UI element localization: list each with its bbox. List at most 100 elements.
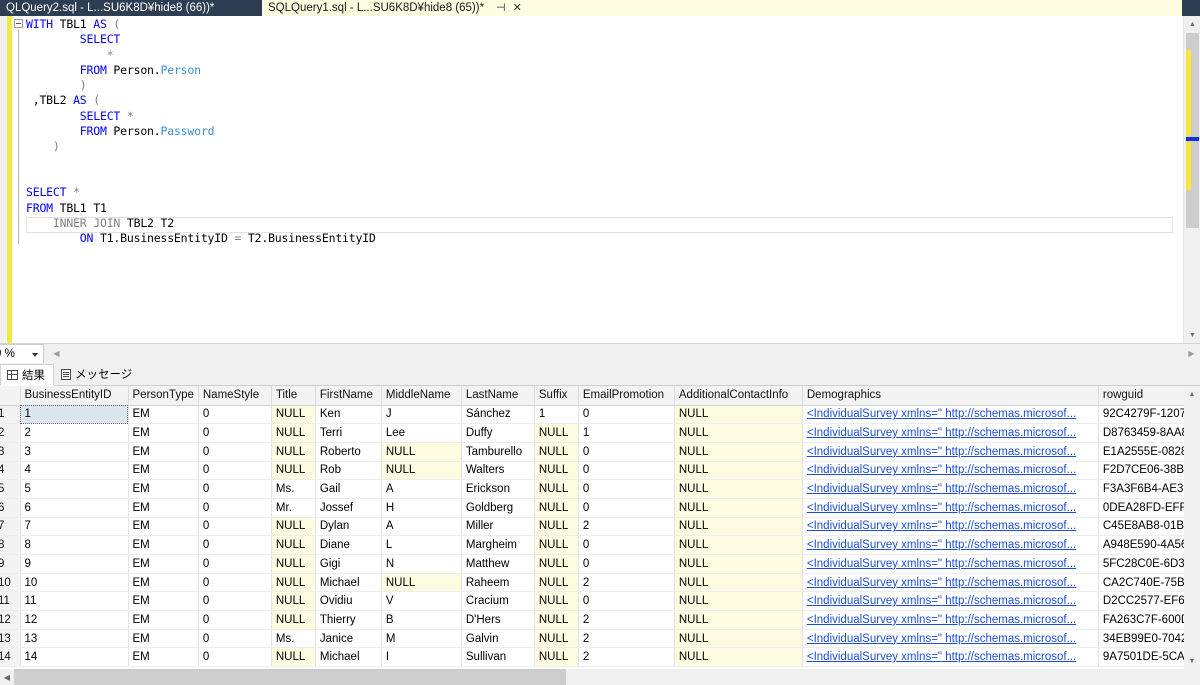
demographics-xml-link[interactable]: <IndividualSurvey xmlns=" http://schemas… xyxy=(807,651,1076,663)
demographics-xml-link[interactable]: <IndividualSurvey xmlns=" http://schemas… xyxy=(807,427,1076,439)
cell-emailpromotion[interactable]: 2 xyxy=(578,573,675,593)
cell-lastname[interactable]: Sánchez xyxy=(461,405,535,425)
cell-demographics[interactable]: <IndividualSurvey xmlns=" http://schemas… xyxy=(802,535,1099,555)
cell-businessentityid[interactable]: 12 xyxy=(20,610,129,630)
cell-demographics[interactable]: <IndividualSurvey xmlns=" http://schemas… xyxy=(802,405,1099,425)
cell-persontype[interactable]: EM xyxy=(128,498,199,518)
cell-persontype[interactable]: EM xyxy=(128,461,199,481)
table-row[interactable]: 99EM0NULLGigiNMatthewNULL0NULL<Individua… xyxy=(0,554,1200,574)
cell-suffix[interactable]: NULL xyxy=(534,461,579,481)
cell-lastname[interactable]: D'Hers xyxy=(461,610,535,630)
column-header-persontype[interactable]: PersonType xyxy=(128,386,199,406)
row-header[interactable]: 5 xyxy=(0,479,21,499)
cell-demographics[interactable]: <IndividualSurvey xmlns=" http://schemas… xyxy=(802,573,1099,593)
cell-emailpromotion[interactable]: 0 xyxy=(578,479,675,499)
cell-additionalcontactinfo[interactable]: NULL xyxy=(674,442,803,462)
cell-additionalcontactinfo[interactable]: NULL xyxy=(674,423,803,443)
cell-demographics[interactable]: <IndividualSurvey xmlns=" http://schemas… xyxy=(802,647,1099,668)
scroll-left-icon[interactable]: ◀ xyxy=(48,345,65,363)
cell-businessentityid[interactable]: 7 xyxy=(20,517,129,537)
cell-middlename[interactable]: L xyxy=(381,535,462,555)
chevron-down-icon[interactable] xyxy=(32,352,38,357)
cell-middlename[interactable]: NULL xyxy=(381,442,462,462)
cell-firstname[interactable]: Terri xyxy=(315,423,382,443)
grid-scroll-down-icon[interactable]: ▼ xyxy=(1184,653,1200,669)
cell-additionalcontactinfo[interactable]: NULL xyxy=(674,591,803,612)
results-grid[interactable]: BusinessEntityID PersonType NameStyle Title… xyxy=(0,386,1200,669)
cell-firstname[interactable]: Jossef xyxy=(315,498,382,518)
table-row[interactable]: 1414EM0NULLMichaelISullivanNULL2NULL<Ind… xyxy=(0,647,1200,668)
cell-demographics[interactable]: <IndividualSurvey xmlns=" http://schemas… xyxy=(802,442,1099,462)
cell-namestyle[interactable]: 0 xyxy=(198,591,272,612)
row-header[interactable]: 4 xyxy=(0,461,21,481)
cell-additionalcontactinfo[interactable]: NULL xyxy=(674,405,803,425)
cell-persontype[interactable]: EM xyxy=(128,479,199,499)
cell-demographics[interactable]: <IndividualSurvey xmlns=" http://schemas… xyxy=(802,479,1099,499)
row-header[interactable]: 3 xyxy=(0,442,21,462)
cell-persontype[interactable]: EM xyxy=(128,629,199,649)
cell-lastname[interactable]: Raheem xyxy=(461,573,535,593)
cell-demographics[interactable]: <IndividualSurvey xmlns=" http://schemas… xyxy=(802,423,1099,443)
row-header[interactable]: 13 xyxy=(0,629,21,649)
tab-sqlquery2[interactable]: QLQuery2.sql - L...SU6K8D¥hide8 (66))* xyxy=(0,0,262,16)
table-row[interactable]: 33EM0NULLRobertoNULLTamburelloNULL0NULL<… xyxy=(0,442,1200,462)
cell-businessentityid[interactable]: 11 xyxy=(20,591,129,612)
cell-middlename[interactable]: NULL xyxy=(381,573,462,593)
demographics-xml-link[interactable]: <IndividualSurvey xmlns=" http://schemas… xyxy=(807,595,1076,607)
cell-demographics[interactable]: <IndividualSurvey xmlns=" http://schemas… xyxy=(802,461,1099,481)
row-header[interactable]: 7 xyxy=(0,517,21,537)
column-header-emailpromotion[interactable]: EmailPromotion xyxy=(578,386,675,406)
demographics-xml-link[interactable]: <IndividualSurvey xmlns=" http://schemas… xyxy=(807,483,1076,495)
demographics-xml-link[interactable]: <IndividualSurvey xmlns=" http://schemas… xyxy=(807,408,1076,420)
column-header-lastname[interactable]: LastName xyxy=(461,386,535,406)
table-row[interactable]: 1111EM0NULLOvidiuVCraciumNULL0NULL<Indiv… xyxy=(0,591,1200,612)
cell-lastname[interactable]: Miller xyxy=(461,517,535,537)
column-header-title[interactable]: Title xyxy=(271,386,316,406)
collapse-region-icon[interactable] xyxy=(14,19,23,28)
scroll-right-icon[interactable]: ▶ xyxy=(1183,345,1200,363)
table-row[interactable]: 11EM0NULLKenJSánchez10NULL<IndividualSur… xyxy=(0,405,1200,425)
row-header[interactable]: 6 xyxy=(0,498,21,518)
cell-title[interactable]: Mr. xyxy=(271,498,316,518)
column-header-middlename[interactable]: MiddleName xyxy=(381,386,462,406)
cell-lastname[interactable]: Erickson xyxy=(461,479,535,499)
table-row[interactable]: 1010EM0NULLMichaelNULLRaheemNULL2NULL<In… xyxy=(0,573,1200,593)
cell-suffix[interactable]: NULL xyxy=(534,591,579,612)
zoom-level-combobox[interactable]: 9 % xyxy=(0,343,44,364)
cell-additionalcontactinfo[interactable]: NULL xyxy=(674,535,803,555)
grid-hscroll-track[interactable] xyxy=(14,669,1200,685)
cell-lastname[interactable]: Margheim xyxy=(461,535,535,555)
cell-emailpromotion[interactable]: 0 xyxy=(578,591,675,612)
table-row[interactable]: 44EM0NULLRobNULLWaltersNULL0NULL<Individ… xyxy=(0,461,1200,481)
editor-horizontal-scrollbar[interactable]: ◀ ▶ xyxy=(48,344,1200,363)
column-header-businessentityid[interactable]: BusinessEntityID xyxy=(20,386,129,406)
cell-persontype[interactable]: EM xyxy=(128,535,199,555)
cell-emailpromotion[interactable]: 2 xyxy=(578,629,675,649)
cell-title[interactable]: Ms. xyxy=(271,479,316,499)
cell-additionalcontactinfo[interactable]: NULL xyxy=(674,479,803,499)
cell-suffix[interactable]: NULL xyxy=(534,517,579,537)
scroll-down-icon[interactable]: ▼ xyxy=(1184,327,1200,343)
demographics-xml-link[interactable]: <IndividualSurvey xmlns=" http://schemas… xyxy=(807,577,1076,589)
row-header-corner[interactable] xyxy=(0,386,21,406)
cell-lastname[interactable]: Goldberg xyxy=(461,498,535,518)
cell-title[interactable]: NULL xyxy=(271,591,316,612)
cell-businessentityid[interactable]: 8 xyxy=(20,535,129,555)
cell-namestyle[interactable]: 0 xyxy=(198,423,272,443)
cell-middlename[interactable]: J xyxy=(381,405,462,425)
cell-title[interactable]: NULL xyxy=(271,405,316,425)
cell-namestyle[interactable]: 0 xyxy=(198,405,272,425)
column-header-suffix[interactable]: Suffix xyxy=(534,386,579,406)
grid-hscroll-thumb[interactable] xyxy=(14,669,566,685)
cell-additionalcontactinfo[interactable]: NULL xyxy=(674,498,803,518)
cell-namestyle[interactable]: 0 xyxy=(198,573,272,593)
demographics-xml-link[interactable]: <IndividualSurvey xmlns=" http://schemas… xyxy=(807,558,1076,570)
cell-businessentityid[interactable]: 13 xyxy=(20,629,129,649)
cell-firstname[interactable]: Janice xyxy=(315,629,382,649)
cell-additionalcontactinfo[interactable]: NULL xyxy=(674,517,803,537)
cell-namestyle[interactable]: 0 xyxy=(198,461,272,481)
cell-businessentityid[interactable]: 2 xyxy=(20,423,129,443)
cell-firstname[interactable]: Roberto xyxy=(315,442,382,462)
row-header[interactable]: 8 xyxy=(0,535,21,555)
cell-additionalcontactinfo[interactable]: NULL xyxy=(674,554,803,574)
